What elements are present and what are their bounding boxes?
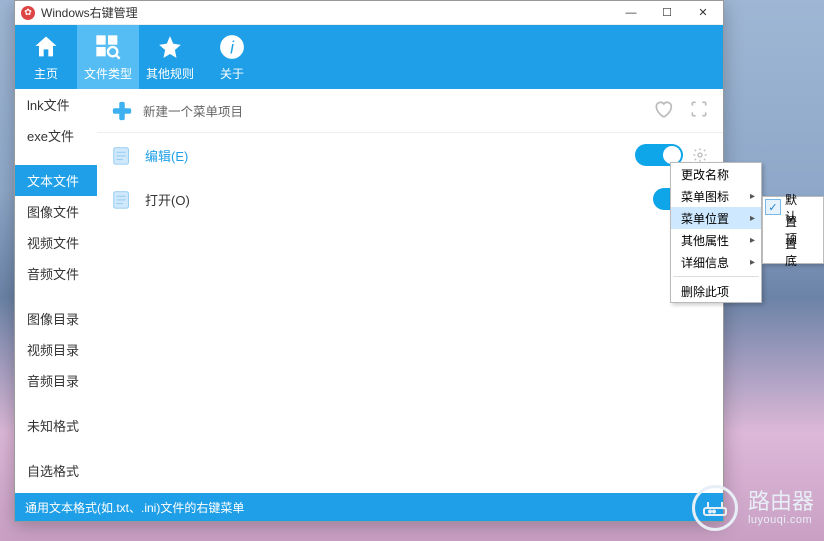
app-icon: ✿ xyxy=(21,6,35,20)
new-item-row[interactable]: 新建一个菜单项目 xyxy=(97,89,723,133)
check-icon: ✓ xyxy=(765,199,781,215)
ctx-other-attrs[interactable]: 其他属性 xyxy=(671,229,761,251)
add-icon xyxy=(111,100,133,122)
ctx-details[interactable]: 详细信息 xyxy=(671,251,761,273)
context-menu: 更改名称 菜单图标 菜单位置 其他属性 详细信息 删除此项 xyxy=(670,162,762,303)
info-icon: i xyxy=(219,32,245,62)
heart-icon[interactable] xyxy=(653,99,673,122)
router-icon xyxy=(692,485,738,531)
sub-bottom-label: 置底 xyxy=(785,235,805,269)
brand-watermark: 路由器 luyouqi.com xyxy=(692,485,814,531)
toolbar-otherrules-label: 其他规则 xyxy=(146,65,194,82)
ctx-delete[interactable]: 删除此项 xyxy=(671,280,761,302)
statusbar: 通用文本格式(如.txt、.ini)文件的右键菜单 xyxy=(15,493,723,521)
notepad-icon xyxy=(111,144,133,166)
toolbar-otherrules[interactable]: 其他规则 xyxy=(139,25,201,89)
sub-bottom[interactable]: 置底 xyxy=(763,241,823,263)
ctx-rename[interactable]: 更改名称 xyxy=(671,163,761,185)
menu-row-edit[interactable]: 编辑(E) xyxy=(97,133,723,177)
sidebar-item-audiodir[interactable]: 音频目录 xyxy=(15,365,97,396)
sidebar-item-image[interactable]: 图像文件 xyxy=(15,196,97,227)
home-icon xyxy=(32,32,60,62)
sidebar: lnk文件 exe文件 文本文件 图像文件 视频文件 音频文件 图像目录 视频目… xyxy=(15,89,97,493)
titlebar: ✿ Windows右键管理 — ☐ ✕ xyxy=(15,1,723,25)
toolbar-home-label: 主页 xyxy=(34,65,58,82)
close-button[interactable]: ✕ xyxy=(685,2,721,24)
statusbar-text: 通用文本格式(如.txt、.ini)文件的右键菜单 xyxy=(25,499,244,516)
sidebar-item-lnk[interactable]: lnk文件 xyxy=(15,89,97,120)
sidebar-item-unknown[interactable]: 未知格式 xyxy=(15,410,97,441)
notepad-icon xyxy=(111,188,133,210)
sidebar-item-custom[interactable]: 自选格式 xyxy=(15,455,97,486)
ctx-menu-icon[interactable]: 菜单图标 xyxy=(671,185,761,207)
toolbar-about-label: 关于 xyxy=(220,65,244,82)
ctx-separator xyxy=(673,276,759,277)
window-title: Windows右键管理 xyxy=(41,4,138,21)
toolbar: 主页 文件类型 其他规则 i 关于 xyxy=(15,25,723,89)
grid-search-icon xyxy=(94,32,122,62)
new-item-label: 新建一个菜单项目 xyxy=(143,101,243,120)
target-icon[interactable] xyxy=(689,99,709,122)
toolbar-filetype[interactable]: 文件类型 xyxy=(77,25,139,89)
brand-cn: 路由器 xyxy=(748,490,814,514)
menu-row-open[interactable]: 打开(O) xyxy=(97,177,723,221)
sidebar-item-audio[interactable]: 音频文件 xyxy=(15,258,97,289)
context-submenu: ✓ 默认 置顶 置底 xyxy=(762,196,824,264)
ctx-menu-position[interactable]: 菜单位置 xyxy=(671,207,761,229)
brand-py: luyouqi.com xyxy=(748,514,814,526)
sidebar-item-exe[interactable]: exe文件 xyxy=(15,120,97,151)
toolbar-about[interactable]: i 关于 xyxy=(201,25,263,89)
sidebar-item-imagedir[interactable]: 图像目录 xyxy=(15,303,97,334)
app-window: ✿ Windows右键管理 — ☐ ✕ 主页 文件类型 其他规则 i xyxy=(14,0,724,522)
menu-row-label: 打开(O) xyxy=(145,190,190,209)
sidebar-item-text[interactable]: 文本文件 xyxy=(15,165,97,196)
sidebar-item-videodir[interactable]: 视频目录 xyxy=(15,334,97,365)
toolbar-home[interactable]: 主页 xyxy=(15,25,77,89)
maximize-button[interactable]: ☐ xyxy=(649,2,685,24)
sidebar-item-video[interactable]: 视频文件 xyxy=(15,227,97,258)
minimize-button[interactable]: — xyxy=(613,2,649,24)
star-icon xyxy=(157,32,183,62)
menu-row-label: 编辑(E) xyxy=(145,146,188,165)
toolbar-filetype-label: 文件类型 xyxy=(84,65,132,82)
content-area: 新建一个菜单项目 编辑(E) xyxy=(97,89,723,493)
